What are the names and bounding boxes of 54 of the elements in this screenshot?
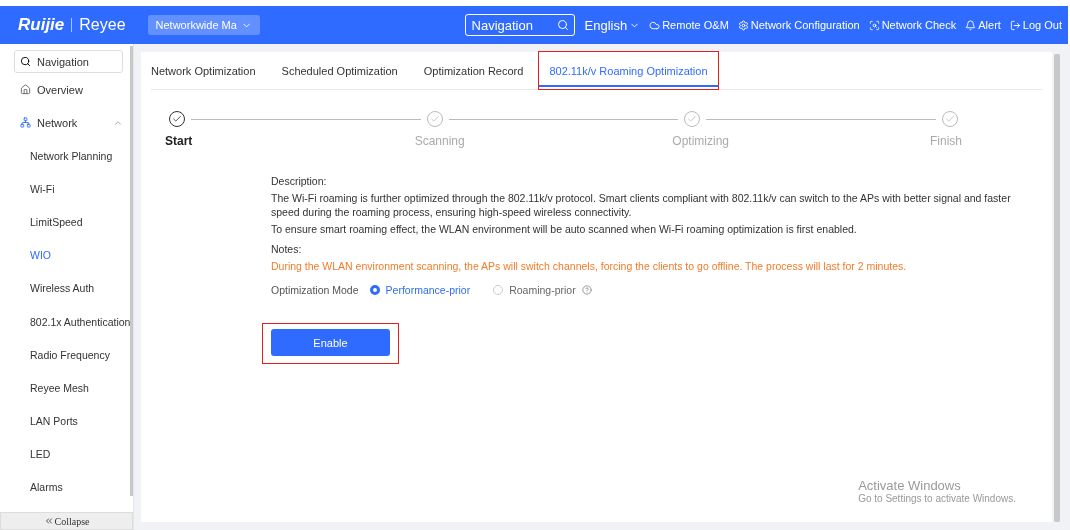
cloud-icon <box>649 19 661 31</box>
sidebar-item[interactable]: Wi-Fi <box>14 172 129 206</box>
scrollbar[interactable] <box>130 46 133 496</box>
tab[interactable]: Optimization Record <box>423 52 524 89</box>
notes-text: During the WLAN environment scanning, the APs will switch channels, forcing the clients to go offline. The process will last for 2 minutes. <box>271 259 908 273</box>
description-title: Description: <box>271 174 328 188</box>
sidebar-item[interactable]: LED <box>14 437 129 471</box>
tab[interactable]: Scheduled Optimization <box>281 52 398 89</box>
sidebar-item[interactable]: Overview <box>14 73 123 106</box>
activation-title: Activate Windows <box>858 478 962 493</box>
radio-option[interactable]: Roaming-prior <box>493 283 592 297</box>
settings-icon <box>737 19 749 31</box>
network-icon <box>20 117 31 128</box>
sidebar-item[interactable]: Radio Frequency <box>14 338 129 372</box>
description-text: The Wi-Fi roaming is further optimized through the 802.11k/v protocol. Smart clients compliant with 802.11k/v can switch to the APs with better signal and faster speed during the roaming process, ensuring high-speed wireless connectivity. <box>271 191 1012 219</box>
step-label: Start <box>165 134 193 148</box>
radio-option[interactable]: Performance-prior <box>369 283 471 297</box>
activation-text: Go to Settings to activate Windows. <box>858 493 1016 504</box>
mode-label: Optimization Mode <box>271 283 359 297</box>
tab[interactable]: Network Optimization <box>151 52 256 89</box>
step-label: Scanning <box>414 134 465 148</box>
description-text: To ensure smart roaming effect, the WLAN environment will be auto scanned when Wi-Fi roaming optimization is first enabled. <box>271 222 858 236</box>
scrollbar[interactable] <box>1054 54 1060 522</box>
search-field[interactable]: Navigation <box>14 50 123 73</box>
sidebar-item[interactable]: Network Planning <box>14 139 129 173</box>
step-label: Optimizing <box>672 134 729 148</box>
language-select[interactable]: English <box>584 17 641 33</box>
sidebar-item[interactable]: Network <box>14 106 123 139</box>
notes-title: Notes: <box>271 242 303 256</box>
header-link[interactable]: Alert <box>965 19 1001 31</box>
bell-icon <box>965 19 977 31</box>
scan-icon <box>868 19 880 31</box>
search-icon <box>556 19 569 31</box>
enable-button[interactable]: Enable <box>271 329 390 356</box>
header-link[interactable]: Log Out <box>1009 19 1062 31</box>
sidebar-item[interactable]: LAN Ports <box>14 404 129 438</box>
step-label: Finish <box>929 134 962 148</box>
header-link[interactable]: Remote O&M <box>649 19 729 31</box>
sidebar-item[interactable]: Reyee Mesh <box>14 371 129 405</box>
collapse-button[interactable]: Collapse <box>0 512 133 530</box>
double-chevron-left-icon <box>43 516 54 526</box>
header-link[interactable]: Network Check <box>868 19 957 31</box>
home-icon <box>20 84 31 95</box>
logout-icon <box>1009 19 1021 31</box>
header-link[interactable]: Network Configuration <box>737 19 860 31</box>
search-icon <box>20 56 31 67</box>
product-logo: Reyee <box>79 16 126 34</box>
sidebar-item[interactable]: LimitSpeed <box>14 205 129 239</box>
sidebar-item[interactable]: Alarms <box>14 470 129 505</box>
brand-logo: Ruijie <box>18 15 65 35</box>
sidebar-item[interactable]: WIO <box>14 238 129 272</box>
sidebar-item[interactable]: Wireless Auth <box>14 271 129 305</box>
sidebar-item[interactable]: 802.1x Authentication <box>14 304 129 339</box>
tab[interactable]: 802.11k/v Roaming Optimization <box>539 52 718 89</box>
